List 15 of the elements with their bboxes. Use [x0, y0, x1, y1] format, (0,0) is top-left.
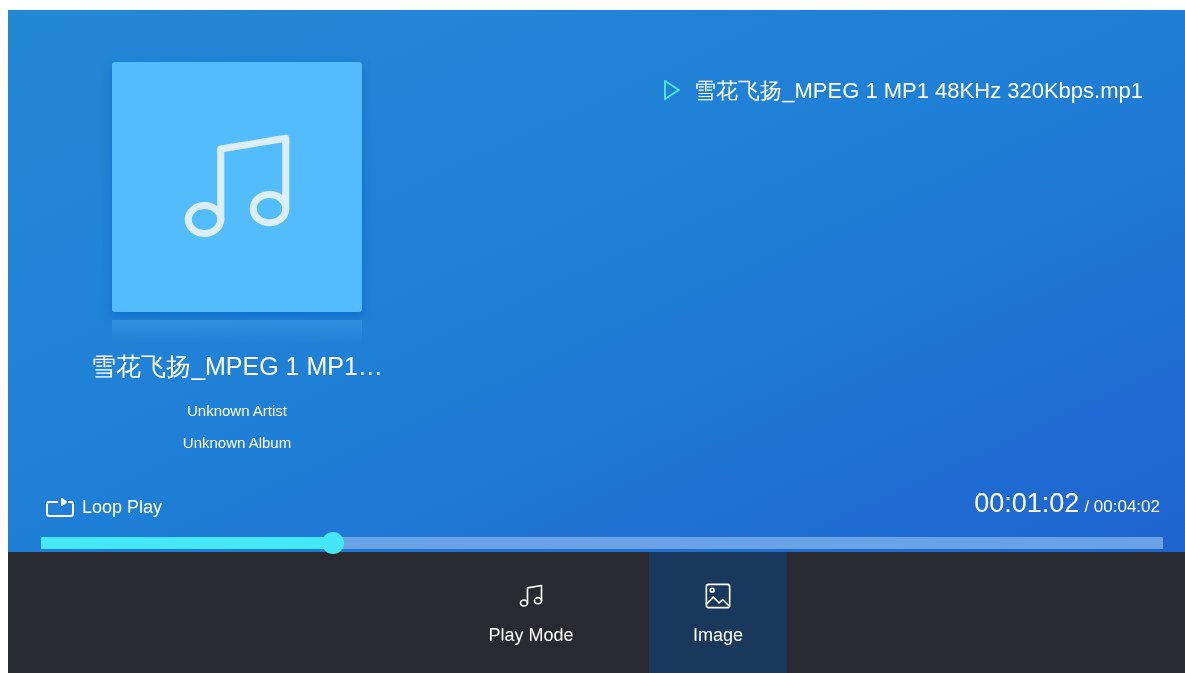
image-icon — [704, 582, 732, 610]
total-time: / 00:04:02 — [1084, 495, 1160, 518]
album-name: Unknown Album — [182, 433, 292, 453]
menu-item[interactable]: Image — [649, 552, 787, 673]
play-icon — [662, 78, 683, 102]
progress-track[interactable] — [41, 537, 1163, 549]
artist-name: Unknown Artist — [186, 400, 287, 421]
elapsed-time: 00:01:02 — [974, 486, 1080, 520]
play-mode-label: Loop Play — [82, 496, 163, 519]
track-title: 雪花飞扬_MPEG 1 MP1… — [91, 351, 383, 382]
loop-icon — [45, 497, 75, 518]
progress-thumb[interactable] — [321, 532, 344, 554]
music-note-icon — [517, 582, 545, 610]
menu-item[interactable]: Play Mode — [462, 552, 600, 673]
file-name: 雪花飞扬_MPEG 1 MP1 48KHz 320Kbps.mp1 — [694, 76, 1143, 105]
